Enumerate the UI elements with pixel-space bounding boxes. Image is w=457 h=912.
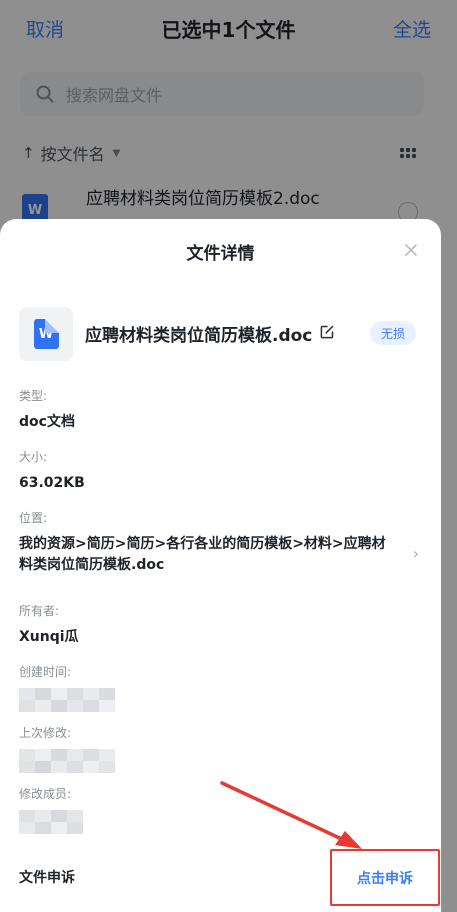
file-thumbnail: W [19, 307, 73, 361]
owner-field: 所有者: Xunqi瓜 [19, 602, 419, 648]
modified-field: 上次修改: [19, 724, 419, 773]
file-appeal-label: 文件申诉 [19, 870, 75, 886]
created-field: 创建时间: [19, 663, 419, 712]
size-value: 63.02KB [19, 475, 85, 491]
type-field: 类型: doc文档 [19, 387, 419, 433]
owner-value: Xunqi瓜 [19, 629, 79, 645]
sheet-title: 文件详情 [186, 244, 255, 264]
created-value-redacted [19, 688, 115, 712]
appeal-button[interactable]: 点击申诉 [357, 868, 413, 888]
close-icon[interactable] [404, 243, 418, 257]
location-value: 我的资源>简历>简历>各行各业的简历模板>材料>应聘材料类岗位简历模板.doc [19, 536, 386, 573]
created-label: 创建时间: [19, 665, 72, 679]
size-field: 大小: 63.02KB [19, 448, 419, 494]
location-field[interactable]: 位置: 我的资源>简历>简历>各行各业的简历模板>材料>应聘材料类岗位简历模板.… [19, 509, 419, 576]
location-label: 位置: [19, 511, 48, 525]
modifier-label: 修改成员: [19, 787, 72, 801]
type-value: doc文档 [19, 414, 75, 430]
file-details-sheet: 文件详情 W 应聘材料类岗位简历模板.doc 无损 类型: doc文档 大小: … [0, 219, 441, 912]
modified-label: 上次修改: [19, 726, 72, 740]
chevron-right-icon: › [412, 544, 419, 563]
appeal-highlight: 点击申诉 [330, 849, 440, 906]
quality-badge: 无损 [370, 321, 416, 345]
modified-value-redacted [19, 749, 115, 773]
type-label: 类型: [19, 389, 48, 403]
modifier-field: 修改成员: [19, 785, 419, 834]
modifier-value-redacted [19, 810, 83, 834]
owner-label: 所有者: [19, 604, 60, 618]
size-label: 大小: [19, 450, 48, 464]
file-name: 应聘材料类岗位简历模板.doc [85, 326, 313, 346]
edit-icon[interactable] [320, 325, 334, 339]
file-header: W 应聘材料类岗位简历模板.doc 无损 [19, 307, 419, 361]
doc-file-icon: W [33, 319, 59, 349]
